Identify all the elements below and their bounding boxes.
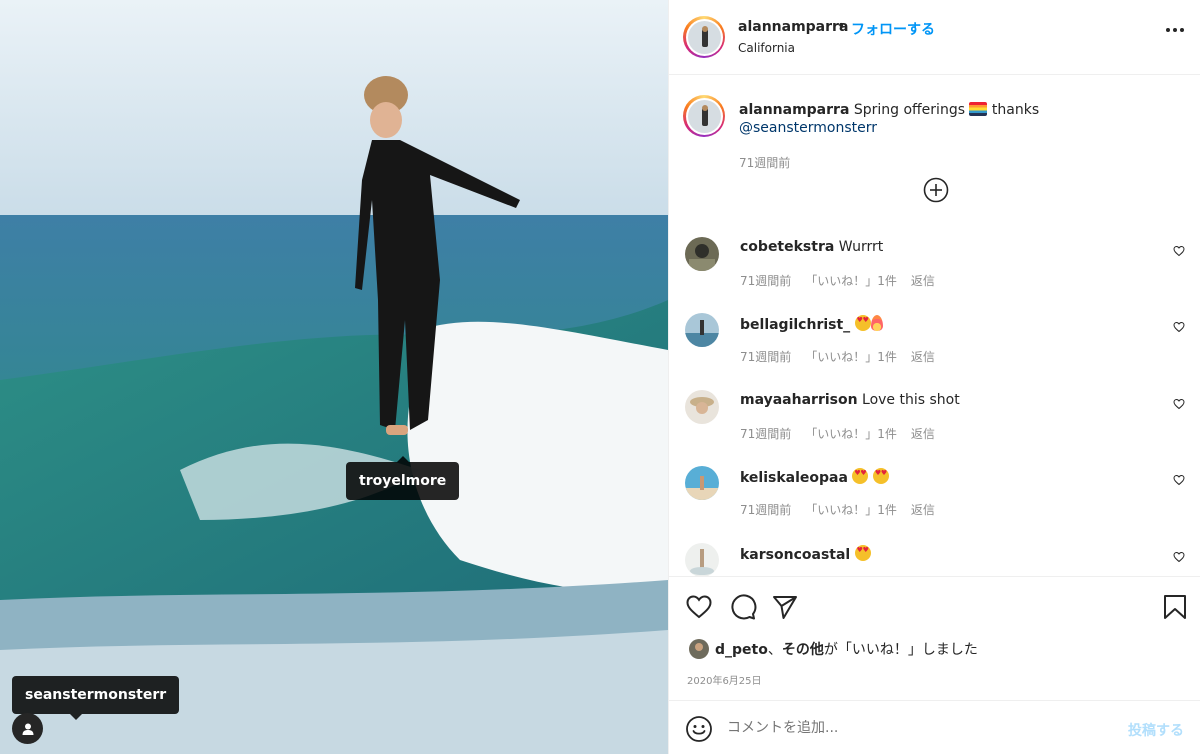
likes-others[interactable]: その他 — [782, 642, 824, 658]
comment-input[interactable] — [727, 720, 1087, 736]
heart-icon[interactable] — [1173, 245, 1185, 257]
reply-button[interactable]: 返信 — [911, 350, 935, 364]
photo-tag-seanstermonsterr[interactable]: seanstermonsterr — [12, 676, 180, 720]
likes-summary: d_peto、その他が「いいね！」しました — [689, 639, 978, 659]
user-tag-icon — [22, 723, 33, 735]
heart-eyes-emoji — [852, 468, 869, 484]
comment-username[interactable]: mayaaharrison — [740, 392, 858, 408]
heart-icon[interactable] — [1173, 398, 1185, 410]
photo-tag-label: seanstermonsterr — [25, 687, 167, 703]
comment-icon[interactable] — [729, 593, 757, 621]
heart-icon[interactable] — [1173, 474, 1185, 486]
follow-button[interactable]: フォローする — [851, 19, 935, 39]
post-header: alannamparra • フォローする California — [669, 0, 1200, 75]
comment-time[interactable]: 71週間前 — [740, 503, 791, 517]
user-tag-button[interactable] — [12, 713, 43, 744]
likes-user[interactable]: d_peto — [715, 642, 768, 658]
rainbow-flag-emoji — [969, 102, 988, 116]
heart-icon[interactable] — [685, 593, 713, 621]
comment-likes[interactable]: 「いいね！」1件 — [805, 427, 897, 441]
avatar[interactable] — [685, 313, 719, 347]
header-location[interactable]: California — [738, 41, 795, 55]
caption-mention[interactable]: @seanstermonsterr — [739, 120, 877, 136]
avatar[interactable] — [685, 390, 719, 424]
reply-button[interactable]: 返信 — [911, 427, 935, 441]
comment-text: Wurrrt — [838, 239, 884, 255]
post-side-panel: alannamparra • フォローする California alannam… — [668, 0, 1200, 754]
comments-list[interactable]: alannamparra Spring offerings thanks @se… — [669, 75, 1200, 576]
reply-button[interactable]: 返信 — [911, 503, 935, 517]
smile-icon[interactable] — [685, 715, 713, 743]
caption-body-2: thanks — [991, 102, 1040, 118]
more-icon[interactable] — [1166, 28, 1184, 32]
comment-likes[interactable]: 「いいね！」1件 — [805, 350, 897, 364]
heart-eyes-emoji — [854, 315, 871, 331]
comment-item: keliskaleopaa 71週間前「いいね！」1件返信 — [685, 466, 1185, 536]
avatar[interactable] — [689, 639, 709, 659]
caption-text: alannamparra Spring offerings thanks @se… — [739, 101, 1179, 137]
add-comment-bar: 投稿する — [669, 700, 1200, 754]
comment-time[interactable]: 71週間前 — [740, 274, 791, 288]
avatar[interactable] — [685, 466, 719, 500]
reply-button[interactable]: 返信 — [911, 274, 935, 288]
heart-eyes-emoji — [854, 545, 871, 561]
comment-likes[interactable]: 「いいね！」1件 — [805, 503, 897, 517]
likes-sep: 、 — [767, 642, 782, 658]
avatar[interactable] — [683, 16, 725, 58]
post-comment-button[interactable]: 投稿する — [1128, 720, 1184, 740]
comment-item: mayaaharrison Love this shot 71週間前 「いいね！」… — [685, 390, 1185, 460]
avatar[interactable] — [685, 237, 719, 271]
photo-tag-label: troyelmore — [359, 473, 447, 489]
comment-username[interactable]: karsoncoastal — [740, 547, 850, 563]
heart-icon[interactable] — [1173, 321, 1185, 333]
fire-emoji — [870, 315, 883, 331]
comment-text: Love this shot — [862, 392, 960, 408]
comment-likes[interactable]: 「いいね！」1件 — [805, 274, 897, 288]
heart-eyes-emoji — [872, 468, 889, 484]
comment-username[interactable]: keliskaleopaa — [740, 470, 848, 486]
comment-item: cobetekstra Wurrrt 71週間前 「いいね！」1件 返信 — [685, 237, 1185, 307]
caption-username[interactable]: alannamparra — [739, 102, 849, 118]
caption-avatar[interactable] — [683, 95, 725, 137]
header-username[interactable]: alannamparra — [738, 19, 848, 35]
caption-body: Spring offerings — [853, 102, 965, 118]
header-separator: • — [837, 18, 846, 34]
comment-time[interactable]: 71週間前 — [740, 350, 791, 364]
bookmark-icon[interactable] — [1161, 593, 1189, 621]
caption-time[interactable]: 71週間前 — [739, 154, 790, 171]
photo-tag-troyelmore[interactable]: troyelmore — [346, 456, 460, 500]
comment-username[interactable]: bellagilchrist_ — [740, 317, 850, 333]
post-actions: d_peto、その他が「いいね！」しました 2020年6月25日 — [669, 576, 1200, 700]
comment-item: karsoncoastal — [685, 543, 1185, 576]
add-comment-plus-icon[interactable] — [923, 177, 949, 203]
avatar[interactable] — [685, 543, 719, 576]
post-photo[interactable]: troyelmore seanstermonsterr — [0, 0, 668, 754]
comment-item: bellagilchrist_ 71週間前「いいね！」1件返信 — [685, 313, 1185, 383]
post-modal: troyelmore seanstermonsterr alannamparra… — [0, 0, 1200, 754]
surf-photo-image — [0, 0, 668, 754]
comment-time[interactable]: 71週間前 — [740, 427, 791, 441]
share-icon[interactable] — [771, 593, 799, 621]
post-date[interactable]: 2020年6月25日 — [687, 672, 762, 687]
comment-username[interactable]: cobetekstra — [740, 239, 834, 255]
heart-icon[interactable] — [1173, 551, 1185, 563]
likes-suffix: が「いいね！」しました — [823, 642, 978, 658]
